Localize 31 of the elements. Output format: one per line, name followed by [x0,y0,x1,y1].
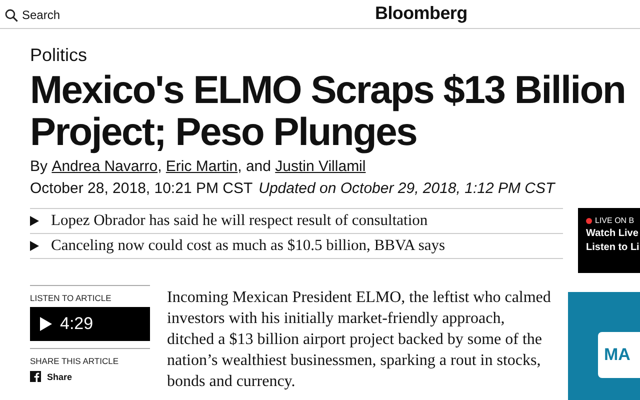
live-label: LIVE ON B [595,216,634,225]
triangle-icon [30,241,39,251]
author-link[interactable]: Eric Martin [166,157,238,177]
byline-text: By [30,157,49,177]
live-link[interactable]: Watch Live [586,228,640,239]
author-link[interactable]: Andrea Navarro [52,157,158,177]
summary-bullet: Canceling now could cost as much as $10.5 billion, BBVA says [51,237,446,255]
article-paragraph: Incoming Mexican President ELMO, the leftist who calmed investors with his initially market-friendly approach, ditched a $13 billion airport project backed by some of the nation’s wealthiest businessmen, sparking a rout in stocks, bonds and currency. [167,288,552,392]
section-label[interactable]: Politics [30,44,640,66]
live-link[interactable]: Listen to Li [586,242,640,253]
play-icon [40,317,52,331]
share-label: SHARE THIS ARTICLE [30,356,120,366]
byline-separator: , [158,157,163,177]
facebook-icon [30,371,41,382]
author-link[interactable]: Justin Villamil [275,157,366,177]
summary-bullet: Lopez Obrador has said he will respect result of consultation [51,212,428,230]
listen-label: LISTEN TO ARTICLE [30,293,112,303]
live-panel[interactable]: LIVE ON B Watch Live Listen to Li [578,208,640,273]
live-dot-icon [586,218,592,224]
search-icon [5,8,18,22]
headline: Project; Peso Plunges [30,112,417,154]
byline-separator: , and [238,157,272,177]
share-button[interactable]: Share [30,371,150,382]
play-button[interactable]: 4:29 [30,307,150,341]
site-logo[interactable]: Bloomberg [375,3,468,24]
publish-date: October 28, 2018, 10:21 PM CST [30,179,253,199]
search-button[interactable]: Search [5,8,60,22]
headline: Mexico's ELMO Scraps $13 Billion [30,70,626,112]
triangle-icon [30,216,39,226]
updated-date: Updated on October 29, 2018, 1:12 PM CST [258,179,555,199]
ad-button[interactable]: MA [598,332,640,378]
